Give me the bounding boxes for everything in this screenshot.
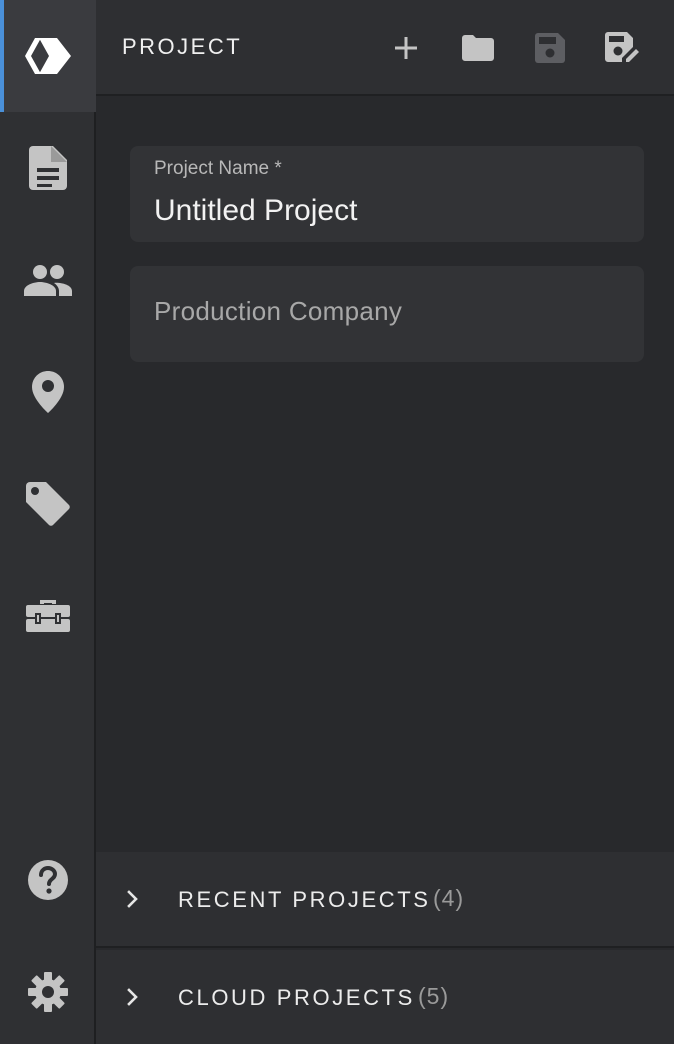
- tag-icon: [26, 482, 70, 526]
- rail-item-settings[interactable]: [0, 936, 96, 1044]
- cloud-projects-count: (5): [418, 983, 450, 1009]
- save-project-button[interactable]: [526, 24, 574, 72]
- people-icon: [24, 265, 72, 296]
- project-name-field[interactable]: Project Name * Untitled Project: [130, 146, 644, 242]
- help-icon: [28, 860, 68, 900]
- production-company-field[interactable]: Production Company: [130, 266, 644, 362]
- location-pin-icon: [32, 371, 64, 413]
- folder-icon: [462, 35, 494, 61]
- toolbox-icon: [26, 600, 70, 632]
- open-project-button[interactable]: [454, 24, 502, 72]
- project-panel: PROJECT Project Name * Untitled Project …: [96, 0, 674, 1044]
- rail-item-documents[interactable]: [0, 112, 96, 224]
- rail-item-locations[interactable]: [0, 336, 96, 448]
- save-as-icon: [605, 32, 639, 62]
- project-name-label: Project Name *: [154, 158, 282, 179]
- production-company-input[interactable]: Production Company: [154, 296, 402, 327]
- app-logo-icon: [25, 38, 71, 74]
- document-icon: [29, 146, 67, 190]
- save-icon: [535, 33, 565, 63]
- rail-item-tags[interactable]: [0, 448, 96, 560]
- page-title: PROJECT: [122, 34, 243, 59]
- recent-projects-label: RECENT PROJECTS: [178, 887, 431, 912]
- cloud-projects-label: CLOUD PROJECTS: [178, 985, 415, 1010]
- chevron-right-icon: [127, 988, 138, 1006]
- rail-item-help[interactable]: [0, 824, 96, 936]
- project-name-input[interactable]: Untitled Project: [154, 194, 357, 228]
- rail-item-people[interactable]: [0, 224, 96, 336]
- new-project-button[interactable]: [382, 24, 430, 72]
- plus-icon: [395, 37, 417, 59]
- chevron-right-icon: [127, 890, 138, 908]
- rail-item-home[interactable]: [0, 0, 96, 112]
- recent-projects-section[interactable]: RECENT PROJECTS (4): [96, 852, 674, 948]
- nav-rail: [0, 0, 96, 1044]
- recent-projects-count: (4): [433, 885, 465, 911]
- rail-item-toolbox[interactable]: [0, 560, 96, 672]
- settings-gear-icon: [28, 972, 68, 1012]
- save-as-button[interactable]: [598, 24, 646, 72]
- panel-header: PROJECT: [96, 0, 674, 96]
- app-window: PROJECT Project Name * Untitled Project …: [0, 0, 674, 1044]
- cloud-projects-section[interactable]: CLOUD PROJECTS (5): [96, 950, 674, 1044]
